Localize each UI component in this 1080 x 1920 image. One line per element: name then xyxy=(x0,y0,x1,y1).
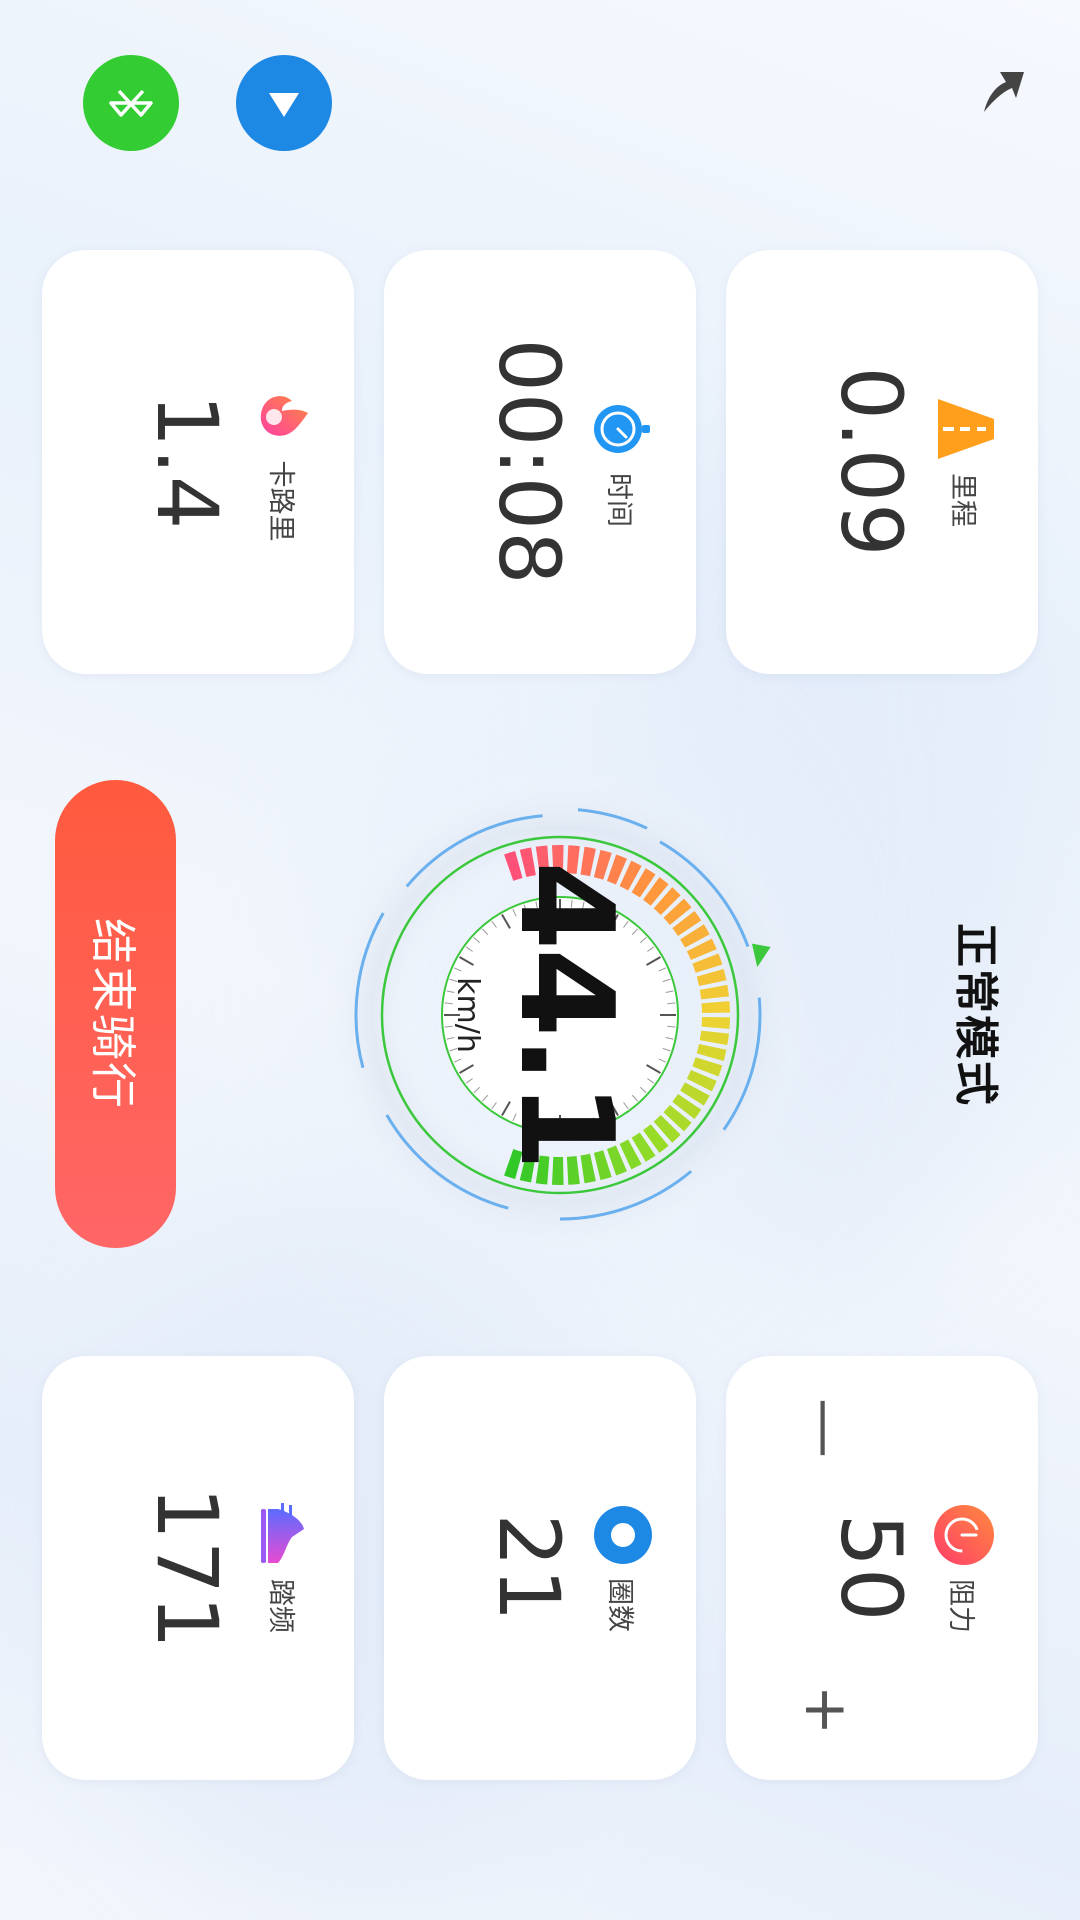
calories-label: 卡路里 xyxy=(265,460,297,542)
signal-button[interactable] xyxy=(236,55,332,151)
distance-label: 里程 xyxy=(947,473,979,527)
resistance-increase-button[interactable]: + xyxy=(791,1685,861,1735)
exit-button[interactable] xyxy=(970,50,1030,120)
bluetooth-icon xyxy=(109,89,153,117)
resistance-decrease-button[interactable]: — xyxy=(791,1398,861,1458)
time-label: 时间 xyxy=(603,473,635,527)
calories-value: 1.4 xyxy=(138,393,236,531)
sneaker-icon xyxy=(261,1503,304,1563)
cadence-value: 171 xyxy=(138,1486,236,1650)
road-icon xyxy=(938,399,994,459)
ring-icon xyxy=(594,1506,652,1564)
laps-value: 21 xyxy=(480,1513,578,1623)
laps-card: 圈数 21 xyxy=(384,1356,696,1780)
speed-unit: km/h xyxy=(450,977,485,1053)
distance-card: 里程 0.09 xyxy=(726,250,1038,674)
stopwatch-icon xyxy=(594,405,650,453)
speedometer: 44.1 km/h xyxy=(300,755,820,1275)
calories-card: 卡路里 1.4 xyxy=(42,250,354,674)
flame-icon xyxy=(260,395,308,436)
signal-down-icon xyxy=(269,93,299,117)
speed-value: 44.1 xyxy=(491,861,640,1169)
laps-label: 圈数 xyxy=(604,1578,636,1632)
time-value: 00:08 xyxy=(480,338,578,586)
gauge-icon xyxy=(934,1505,994,1565)
resistance-card: 阻力 50 — + xyxy=(726,1356,1038,1780)
exit-arrow-icon xyxy=(984,72,1024,112)
distance-value: 0.09 xyxy=(822,366,920,558)
time-card: 时间 00:08 xyxy=(384,250,696,674)
bluetooth-button[interactable] xyxy=(83,55,179,151)
end-ride-button[interactable]: 结束骑行 xyxy=(55,780,176,1248)
mode-label: 正常模式 xyxy=(950,923,1001,1107)
end-ride-label: 结束骑行 xyxy=(85,918,140,1110)
cadence-card: 踏频 171 xyxy=(42,1356,354,1780)
cadence-label: 踏频 xyxy=(265,1579,297,1633)
resistance-label: 阻力 xyxy=(945,1579,977,1633)
